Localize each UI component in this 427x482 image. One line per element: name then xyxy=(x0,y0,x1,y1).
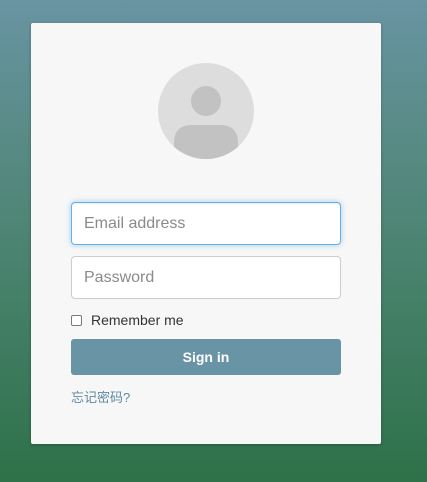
user-avatar-icon xyxy=(158,63,254,159)
email-input[interactable] xyxy=(71,202,341,245)
remember-me-label: Remember me xyxy=(91,312,184,328)
forgot-password-link[interactable]: 忘记密码? xyxy=(71,387,130,406)
remember-me-row[interactable]: Remember me xyxy=(71,310,184,330)
remember-me-checkbox[interactable] xyxy=(71,314,82,326)
login-card: Remember me Sign in 忘记密码? xyxy=(31,23,381,444)
password-input[interactable] xyxy=(71,256,341,299)
sign-in-button[interactable]: Sign in xyxy=(71,339,341,375)
